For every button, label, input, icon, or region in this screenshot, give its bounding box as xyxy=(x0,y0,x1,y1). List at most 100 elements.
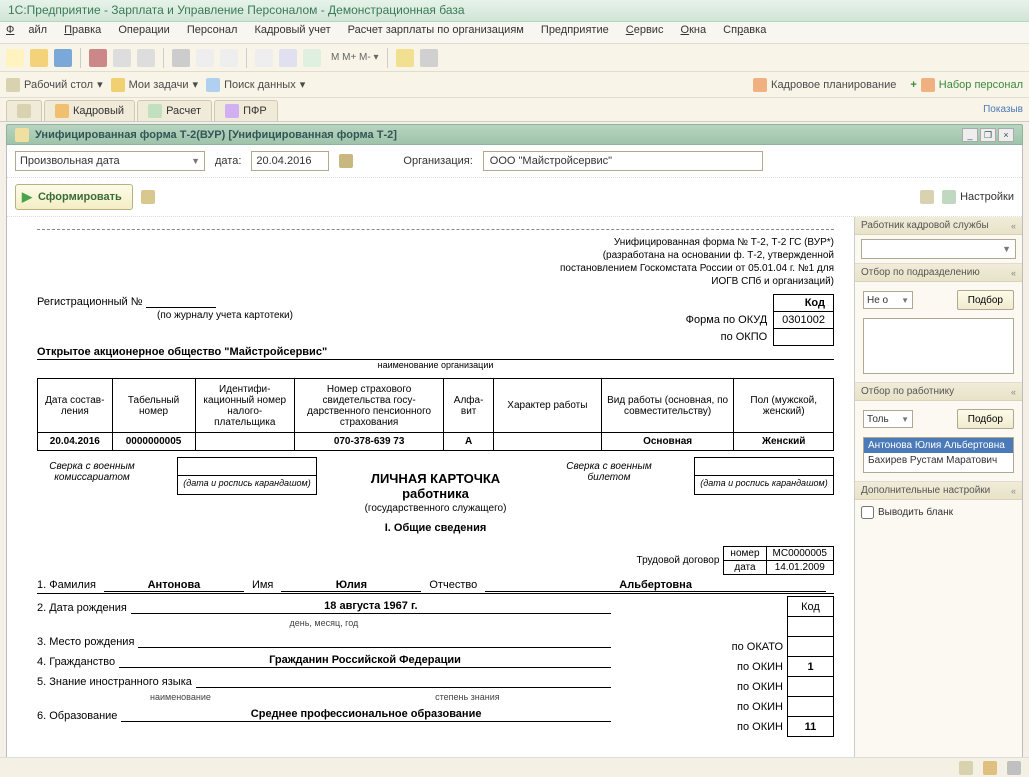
menu-pers[interactable]: Персонал xyxy=(187,24,238,36)
dept-mode-combo[interactable]: Не о▼ xyxy=(863,291,913,309)
print-icon[interactable] xyxy=(172,49,190,67)
side-emp-header[interactable]: Отбор по работнику« xyxy=(855,383,1022,401)
cut-icon[interactable] xyxy=(89,49,107,67)
menu-edit[interactable]: Правка xyxy=(64,24,101,36)
menu-svc[interactable]: Сервис xyxy=(626,24,664,36)
status-icon-1[interactable] xyxy=(959,761,973,775)
settings-link[interactable]: Настройки xyxy=(942,190,1014,204)
menubar: Файл Правка Операции Персонал Кадровый у… xyxy=(0,22,1029,44)
row-citizen: 4. ГражданствоГражданин Российской Федер… xyxy=(37,654,611,668)
recruit-icon xyxy=(921,78,935,92)
tab-1[interactable] xyxy=(6,100,42,121)
okin-block: Код по ОКАТО по ОКИН1 по ОКИН по ОКИН по… xyxy=(732,596,834,737)
doc-title: Унифицированная форма Т-2(ВУР) [Унифицир… xyxy=(35,129,397,141)
tab2-icon xyxy=(55,104,69,118)
section-1: I. Общие сведения xyxy=(37,522,834,534)
status-icon-3[interactable] xyxy=(1007,761,1021,775)
save-icon[interactable] xyxy=(54,49,72,67)
hint-link[interactable]: Показыв xyxy=(983,100,1023,121)
main-toolbar: М М+ М- ▾ xyxy=(0,44,1029,72)
side-addl-header[interactable]: Дополнительные настройки« xyxy=(855,482,1022,500)
new-icon[interactable] xyxy=(6,49,24,67)
undo-icon[interactable] xyxy=(196,49,214,67)
org-field[interactable]: ООО "Майстройсервис" xyxy=(483,151,763,171)
nav-recruit[interactable]: +Набор персонал xyxy=(910,78,1023,92)
settings-icon xyxy=(942,190,956,204)
find-icon[interactable] xyxy=(255,49,273,67)
status-icon-2[interactable] xyxy=(983,761,997,775)
blank-label: Выводить бланк xyxy=(878,507,953,518)
dept-podbor-button[interactable]: Подбор xyxy=(957,290,1014,310)
params-row: Произвольная дата▼ дата: 20.04.2016 Орга… xyxy=(7,145,1022,178)
doc-icon xyxy=(15,128,29,142)
doc-titlebar: Унифицированная форма Т-2(ВУР) [Унифицир… xyxy=(6,124,1023,145)
side-panel: Работник кадровой службы« ▼ Отбор по под… xyxy=(854,217,1022,760)
emp-podbor-button[interactable]: Подбор xyxy=(957,409,1014,429)
close-button[interactable]: × xyxy=(998,128,1014,142)
org-name-sub: наименование организации xyxy=(37,360,834,370)
header-table: Дата состав­ления Табельный номер Иденти… xyxy=(37,378,834,451)
blank-checkbox-row[interactable]: Выводить бланк xyxy=(855,500,1022,525)
nav-search[interactable]: Поиск данных ▾ xyxy=(206,78,305,92)
row-lang: 5. Знание иностранного языка xyxy=(37,674,611,688)
content-area: Унифицированная форма № Т-2, Т-2 ГС (ВУР… xyxy=(7,217,1022,760)
list-item[interactable]: Антонова Юлия Альбертовна xyxy=(864,438,1013,453)
calc-icon[interactable] xyxy=(279,49,297,67)
form-note: Унифицированная форма № Т-2, Т-2 ГС (ВУР… xyxy=(37,236,834,288)
action-row: ▶ Сформировать Настройки xyxy=(7,178,1022,217)
nav-tasks[interactable]: Мои задачи ▾ xyxy=(111,78,198,92)
app-titlebar: 1С:Предприятие - Зарплата и Управление П… xyxy=(0,0,1029,22)
org-name: Открытое акционерное общество "Майстройс… xyxy=(37,346,834,360)
menu-help[interactable]: Справка xyxy=(723,24,766,36)
tab4-icon xyxy=(225,104,239,118)
dept-listbox[interactable] xyxy=(863,318,1014,374)
side-dept-header[interactable]: Отбор по подразделению« xyxy=(855,264,1022,282)
nav-desktop[interactable]: Рабочий стол ▾ xyxy=(6,78,103,92)
tab-2[interactable]: Кадровый xyxy=(44,100,135,121)
row-edu: 6. ОбразованиеСреднее профессиональное о… xyxy=(37,708,611,722)
period-combo[interactable]: Произвольная дата▼ xyxy=(15,151,205,171)
cal-icon[interactable] xyxy=(303,49,321,67)
menu-calc[interactable]: Расчет зарплаты по организациям xyxy=(348,24,524,36)
row-dob-sub: день, месяц, год xyxy=(37,618,611,628)
search-icon xyxy=(206,78,220,92)
nav-plan[interactable]: Кадровое планирование xyxy=(753,78,896,92)
side-hr-header[interactable]: Работник кадровой службы« xyxy=(855,217,1022,235)
nav-toolbar: Рабочий стол ▾ Мои задачи ▾ Поиск данных… xyxy=(0,72,1029,98)
wrench-icon[interactable] xyxy=(420,49,438,67)
menu-file[interactable]: Файл xyxy=(6,24,47,36)
redo-icon[interactable] xyxy=(220,49,238,67)
menu-ent[interactable]: Предприятие xyxy=(541,24,609,36)
minimize-button[interactable]: _ xyxy=(962,128,978,142)
menu-win[interactable]: Окна xyxy=(681,24,707,36)
form-button[interactable]: ▶ Сформировать xyxy=(15,184,133,210)
statusbar xyxy=(0,757,1029,777)
row-lang-sub: наименованиестепень знания xyxy=(37,692,611,702)
menu-kadr[interactable]: Кадровый учет xyxy=(254,24,330,36)
help-icon[interactable] xyxy=(396,49,414,67)
hr-worker-combo[interactable]: ▼ xyxy=(861,239,1016,259)
menu-ops[interactable]: Операции xyxy=(118,24,169,36)
plan-icon xyxy=(753,78,767,92)
paste-icon[interactable] xyxy=(137,49,155,67)
calendar-icon[interactable] xyxy=(339,154,353,168)
open-icon[interactable] xyxy=(30,49,48,67)
date-field[interactable]: 20.04.2016 xyxy=(251,151,329,171)
copy-icon[interactable] xyxy=(113,49,131,67)
verify-row: Сверка с воен­ным комиссари­атом (дата и… xyxy=(37,457,834,516)
emp-mode-combo[interactable]: Толь▼ xyxy=(863,410,913,428)
list-item[interactable]: Бахирев Рустам Маратович xyxy=(864,453,1013,468)
restore-button[interactable]: ❐ xyxy=(980,128,996,142)
report-pane[interactable]: Унифицированная форма № Т-2, Т-2 ГС (ВУР… xyxy=(7,217,854,760)
grid-icon[interactable] xyxy=(920,190,934,204)
play-icon: ▶ xyxy=(22,189,32,205)
contract-block: Трудовой договорномерМС0000005 дата14.01… xyxy=(631,546,834,575)
org-label: Организация: xyxy=(403,155,472,167)
tab-3[interactable]: Расчет xyxy=(137,100,212,121)
emp-listbox[interactable]: Антонова Юлия Альбертовна Бахирев Рустам… xyxy=(863,437,1014,473)
row-birthplace: 3. Место рождения xyxy=(37,634,611,648)
app-title: 1С:Предприятие - Зарплата и Управление П… xyxy=(8,3,465,17)
refresh-icon[interactable] xyxy=(141,190,155,204)
blank-checkbox[interactable] xyxy=(861,506,874,519)
tab-4[interactable]: ПФР xyxy=(214,100,278,121)
